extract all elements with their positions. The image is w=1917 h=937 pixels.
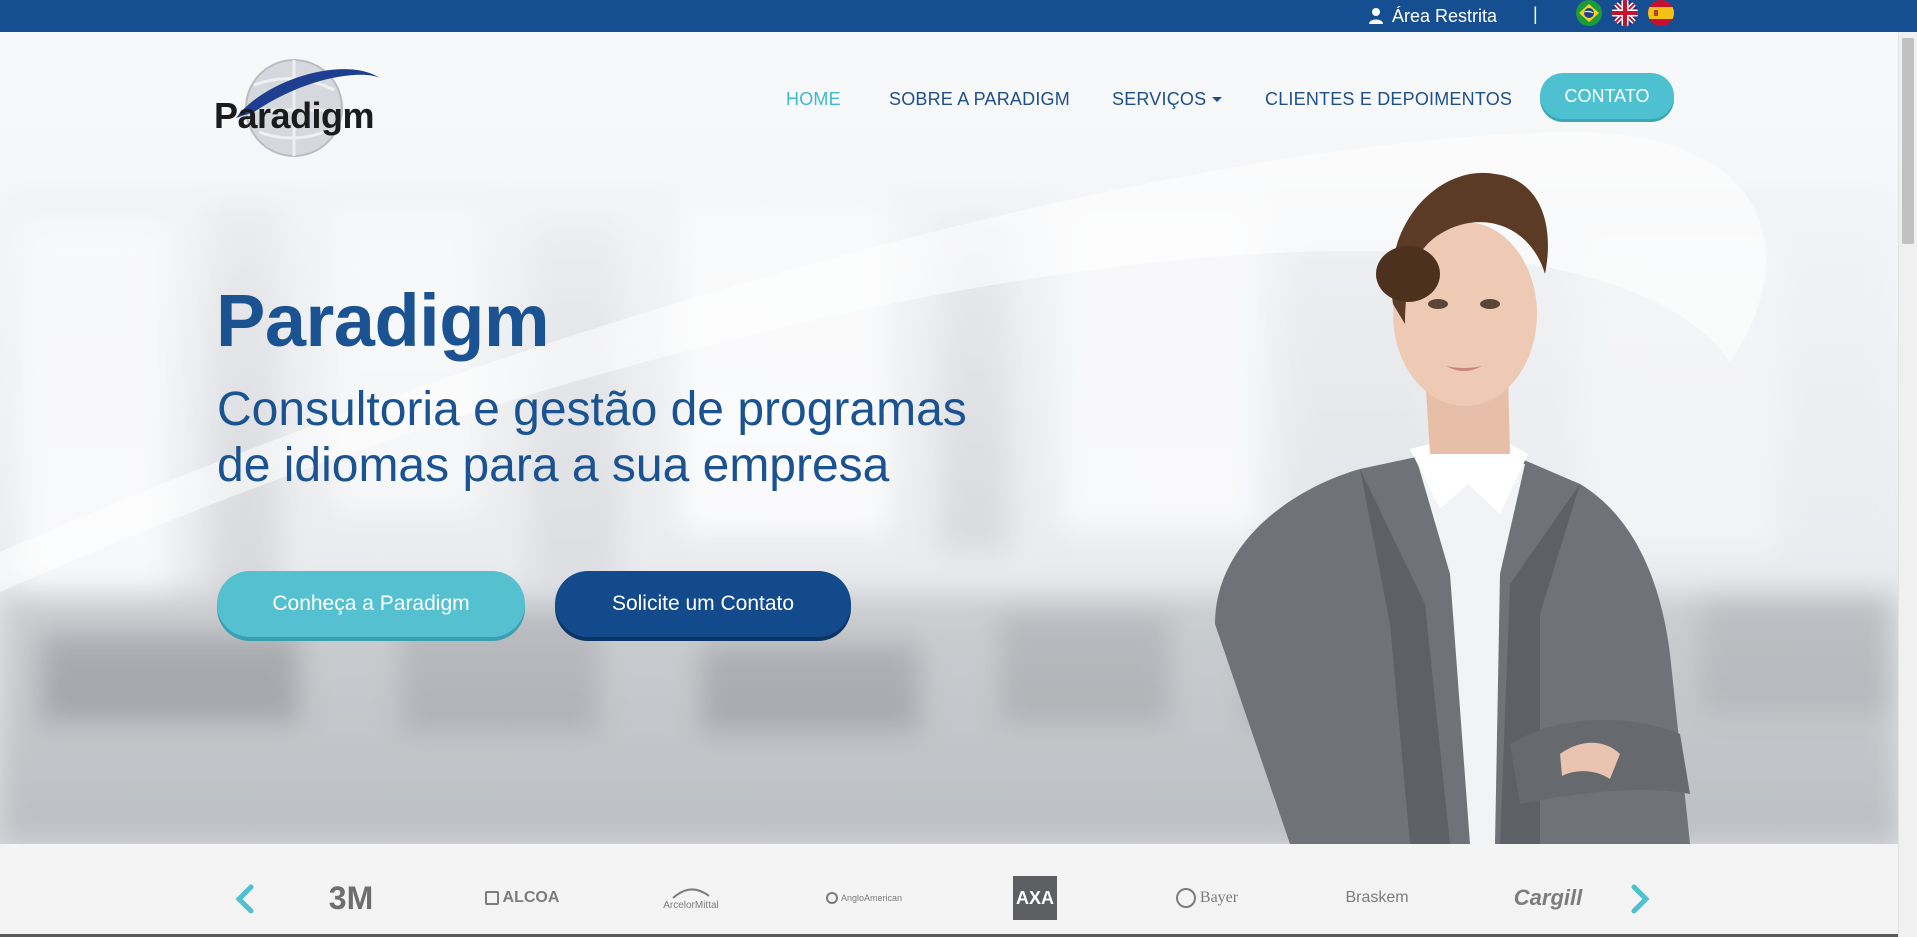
hero-subtitle-line2: de idiomas para a sua empresa xyxy=(217,439,890,492)
area-restrita-label: Área Restrita xyxy=(1392,5,1498,26)
client-logo-angloamerican: AngloAmerican xyxy=(826,876,902,920)
nav-sobre[interactable]: SOBRE A PARADIGM xyxy=(889,84,1070,114)
hero-subtitle: Consultoria e gestão de programas de idi… xyxy=(217,382,1037,494)
conheca-button[interactable]: Conheça a Paradigm xyxy=(217,571,525,637)
carousel-next-arrow-icon[interactable] xyxy=(1628,884,1652,914)
solicite-contato-button[interactable]: Solicite um Contato xyxy=(555,571,851,637)
client-logo-bayer-label: Bayer xyxy=(1199,889,1239,906)
client-logo-angloamerican-label: AngloAmerican xyxy=(840,893,902,903)
client-logo-bayer: Bayer xyxy=(1172,876,1242,920)
client-logo-arcelormittal: ArcelorMittal xyxy=(656,876,726,920)
nav-clientes[interactable]: CLIENTES E DEPOIMENTOS xyxy=(1265,84,1512,114)
hero-subtitle-line1: Consultoria e gestão de programas xyxy=(217,383,967,436)
client-logo-alcoa-label: ALCOA xyxy=(502,889,560,906)
topbar-separator: | xyxy=(1533,4,1538,24)
page-scrollbar[interactable] xyxy=(1898,32,1917,937)
chevron-down-icon xyxy=(1212,96,1223,102)
paradigm-logo[interactable]: Paradigm xyxy=(214,50,384,165)
client-logo-cargill: Cargill xyxy=(1513,885,1583,910)
flag-spain-icon[interactable] xyxy=(1648,0,1674,26)
client-logo-alcoa: ALCOA xyxy=(484,876,560,920)
carousel-prev-arrow-icon[interactable] xyxy=(233,884,257,914)
top-bar: Área Restrita | xyxy=(0,0,1917,32)
client-logo-axa: AXA xyxy=(1013,876,1057,920)
clients-carousel xyxy=(0,844,1898,937)
bayer-cross-icon xyxy=(1175,888,1196,908)
client-logo-arcelormittal-label: ArcelorMittal xyxy=(663,899,719,911)
hero-section: Paradigm HOME SOBRE A PARADIGM SERVIÇOS … xyxy=(0,32,1898,844)
nav-servicos[interactable]: SERVIÇOS xyxy=(1112,84,1223,114)
businesswoman-image xyxy=(1215,172,1690,844)
contato-button[interactable]: CONTATO xyxy=(1540,73,1674,119)
area-restrita-link[interactable]: Área Restrita xyxy=(1368,0,1497,32)
logo-wordmark: Paradigm xyxy=(214,95,375,136)
flag-brazil-icon[interactable] xyxy=(1576,0,1602,26)
nav-servicos-label: SERVIÇOS xyxy=(1112,88,1207,109)
hero-title: Paradigm xyxy=(216,279,550,362)
scrollbar-thumb[interactable] xyxy=(1902,38,1914,244)
angloamerican-mark-icon xyxy=(826,892,838,904)
user-icon xyxy=(1369,8,1383,24)
flag-uk-icon[interactable] xyxy=(1612,0,1638,26)
client-logo-braskem: Braskem xyxy=(1345,889,1409,906)
client-logo-3m: 3M xyxy=(328,879,374,916)
alcoa-mark-icon xyxy=(484,891,499,905)
arcelormittal-mark-icon xyxy=(672,888,710,899)
nav-home[interactable]: HOME xyxy=(786,84,841,114)
